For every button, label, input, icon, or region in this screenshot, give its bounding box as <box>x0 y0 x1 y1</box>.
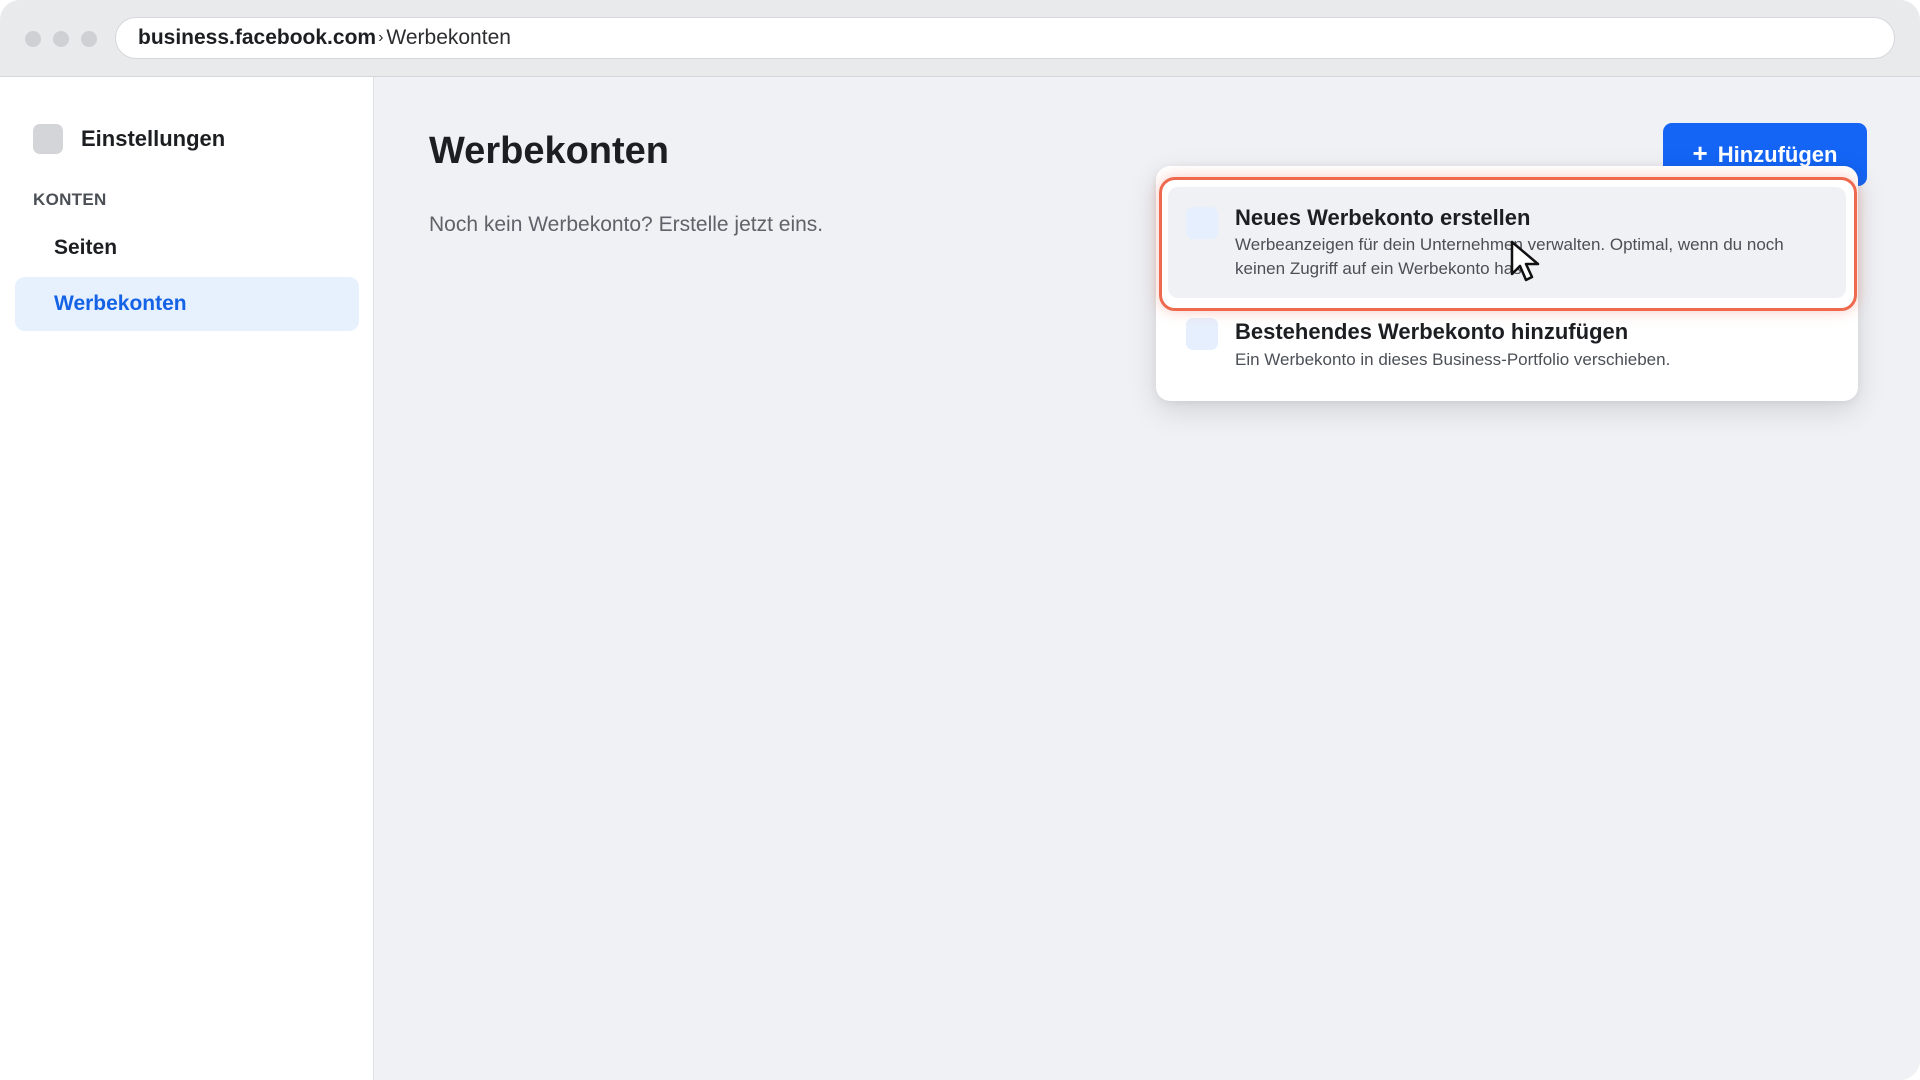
menu-item-create-ad-account[interactable]: Neues Werbekonto erstellen Werbeanzeigen… <box>1168 187 1846 298</box>
url-separator: › <box>378 29 384 46</box>
menu-item-add-existing-ad-account[interactable]: Bestehendes Werbekonto hinzufügen Ein We… <box>1168 306 1846 390</box>
url-path: Werbekonten <box>386 26 511 49</box>
add-dropdown-menu: Neues Werbekonto erstellen Werbeanzeigen… <box>1156 166 1858 401</box>
sidebar-item-werbekonten[interactable]: Werbekonten <box>15 277 359 331</box>
sidebar-title: Einstellungen <box>81 126 226 151</box>
sidebar-header: Einstellungen <box>33 124 225 154</box>
settings-icon <box>33 124 63 154</box>
add-button-label: Hinzufügen <box>1717 141 1838 167</box>
ad-account-icon <box>1186 318 1218 350</box>
menu-item-description: Werbeanzeigen für dein Unternehmen verwa… <box>1235 235 1784 278</box>
sidebar-item-label: Werbekonten <box>54 292 187 315</box>
browser-window: business.facebook.com › Werbekonten Eins… <box>0 0 1920 1080</box>
menu-item-description: Ein Werbekonto in dieses Business-Portfo… <box>1235 350 1671 369</box>
page-title: Werbekonten <box>429 130 670 172</box>
ad-account-icon <box>1186 207 1218 239</box>
address-bar[interactable]: business.facebook.com › Werbekonten <box>115 17 1895 59</box>
sidebar-item-seiten[interactable]: Seiten <box>15 221 359 275</box>
url-domain: business.facebook.com <box>138 26 377 49</box>
menu-item-title: Bestehendes Werbekonto hinzufügen <box>1235 319 1629 344</box>
plus-icon: + <box>1692 138 1708 168</box>
sidebar: Einstellungen KONTEN Seiten Werbekonten <box>0 77 374 1080</box>
menu-item-title: Neues Werbekonto erstellen <box>1235 205 1531 230</box>
window-maximize-dot[interactable] <box>81 31 97 47</box>
window-minimize-dot[interactable] <box>53 31 69 47</box>
sidebar-section-label: KONTEN <box>33 190 107 209</box>
empty-state-text: Noch kein Werbekonto? Erstelle jetzt ein… <box>429 213 824 236</box>
window-close-dot[interactable] <box>25 31 41 47</box>
sidebar-item-label: Seiten <box>54 236 118 259</box>
browser-chrome: business.facebook.com › Werbekonten <box>0 0 1920 77</box>
